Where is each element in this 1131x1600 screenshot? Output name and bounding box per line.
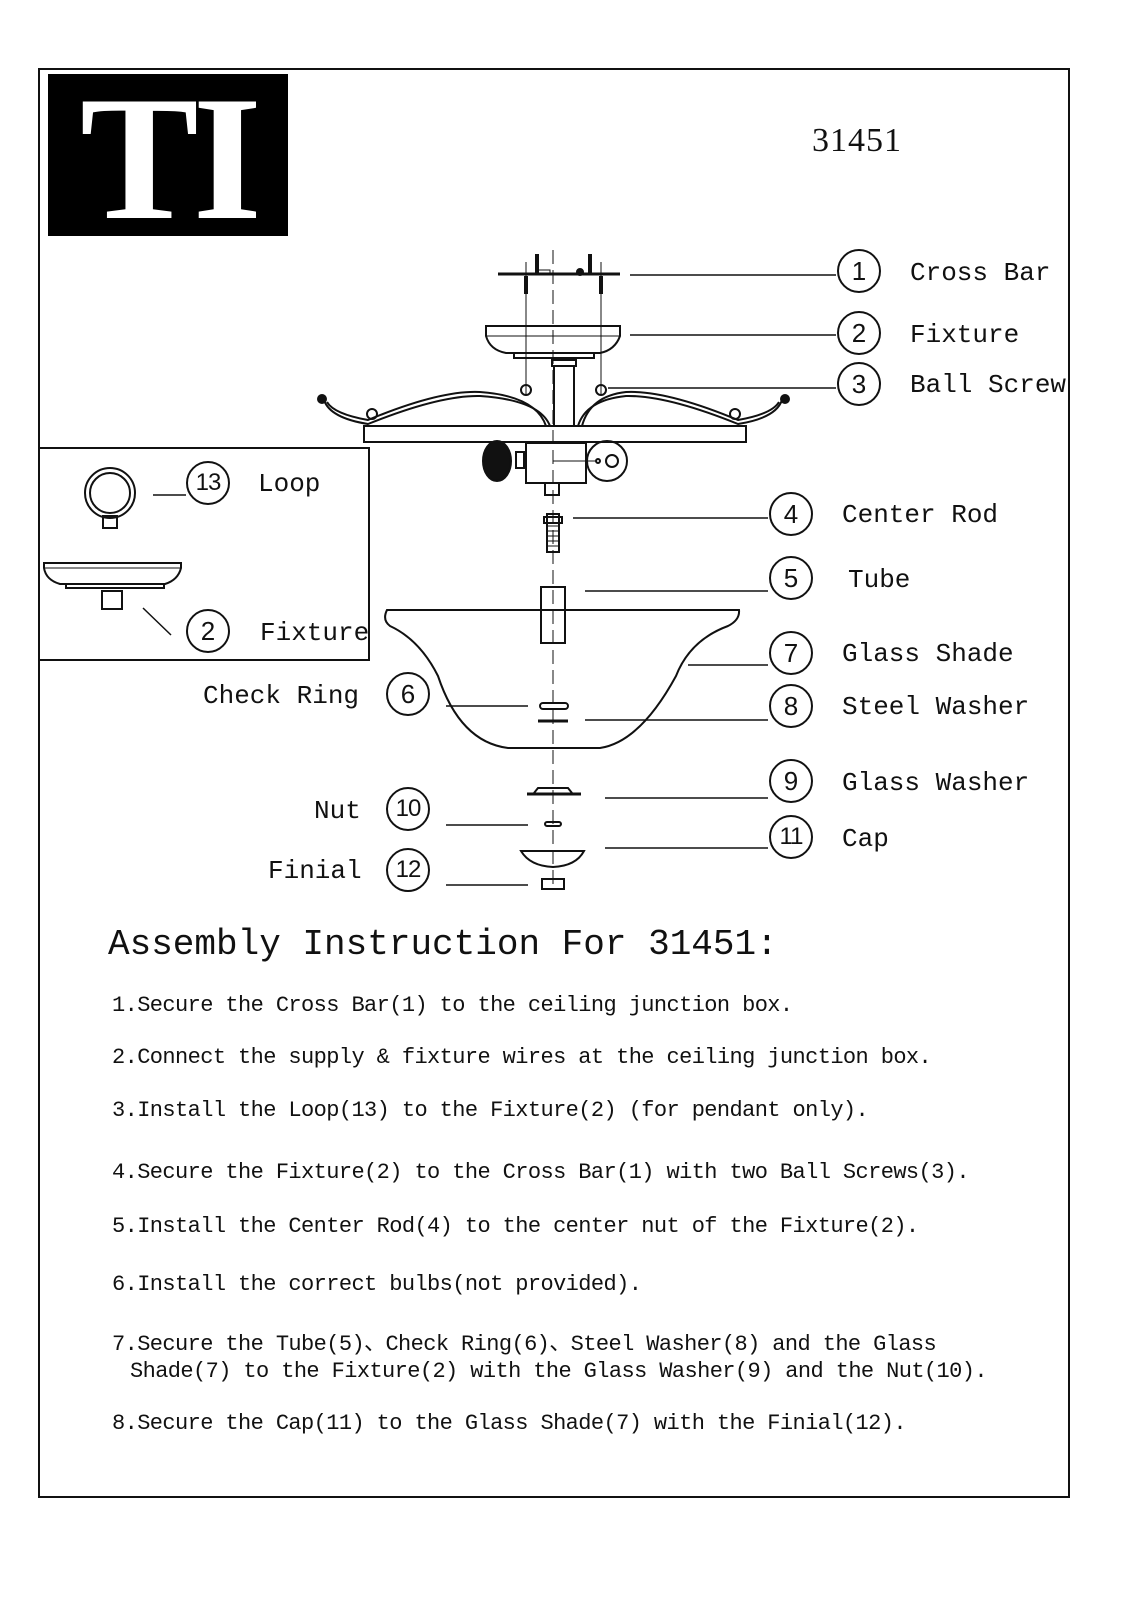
instruction-step-8: 8.Secure the Cap(11) to the Glass Shade(…: [112, 1411, 907, 1436]
instruction-step-7: 7.Secure the Tube(5)、Check Ring(6)、Steel…: [112, 1332, 937, 1357]
part-label-cap: Cap: [842, 824, 889, 854]
part-number-10: 10: [386, 787, 430, 831]
part-label-fixture: Fixture: [910, 320, 1020, 350]
instructions-title: Assembly Instruction For 31451:: [108, 924, 778, 965]
inset-label-loop: Loop: [258, 469, 321, 499]
part-label-steel-washer: Steel Washer: [842, 692, 1030, 722]
instruction-step-1: 1.Secure the Cross Bar(1) to the ceiling…: [112, 993, 793, 1018]
part-label-tube: Tube: [848, 565, 911, 595]
part-label-glass-shade: Glass Shade: [842, 639, 1014, 669]
part-label-ball-screw: Ball Screw: [910, 370, 1067, 400]
part-number-8: 8: [769, 684, 813, 728]
inset-part-number-2: 2: [186, 609, 230, 653]
part-number-4: 4: [769, 492, 813, 536]
inset-label-fixture: Fixture: [260, 618, 370, 648]
part-label-check-ring: Check Ring: [203, 681, 360, 711]
part-number-12: 12: [386, 848, 430, 892]
part-number-3: 3: [837, 362, 881, 406]
instruction-step-5: 5.Install the Center Rod(4) to the cente…: [112, 1214, 919, 1239]
check-ring-drawing: [539, 702, 569, 710]
part-number-1: 1: [837, 249, 881, 293]
part-number-2: 2: [837, 311, 881, 355]
instruction-step-3: 3.Install the Loop(13) to the Fixture(2)…: [112, 1098, 869, 1123]
inset-part-number-13: 13: [186, 461, 230, 505]
glass-washer-drawing: [527, 787, 581, 796]
glass-shade-drawing: [384, 609, 741, 749]
part-number-6: 6: [386, 672, 430, 716]
part-number-5: 5: [769, 556, 813, 600]
instruction-step-6: 6.Install the correct bulbs(not provided…: [112, 1272, 642, 1297]
part-number-11: 11: [769, 815, 813, 859]
instruction-step-7-continued: Shade(7) to the Fixture(2) with the Glas…: [130, 1359, 988, 1384]
part-label-nut: Nut: [314, 796, 361, 826]
part-label-glass-washer: Glass Washer: [842, 768, 1030, 798]
part-label-center-rod: Center Rod: [842, 500, 999, 530]
socket-drawing: [482, 440, 628, 496]
instruction-step-2: 2.Connect the supply & fixture wires at …: [112, 1045, 932, 1070]
part-label-finial: Finial: [268, 856, 362, 886]
part-number-7: 7: [769, 631, 813, 675]
part-number-9: 9: [769, 759, 813, 803]
part-label-cross-bar: Cross Bar: [910, 258, 1051, 288]
instruction-step-4: 4.Secure the Fixture(2) to the Cross Bar…: [112, 1160, 970, 1185]
